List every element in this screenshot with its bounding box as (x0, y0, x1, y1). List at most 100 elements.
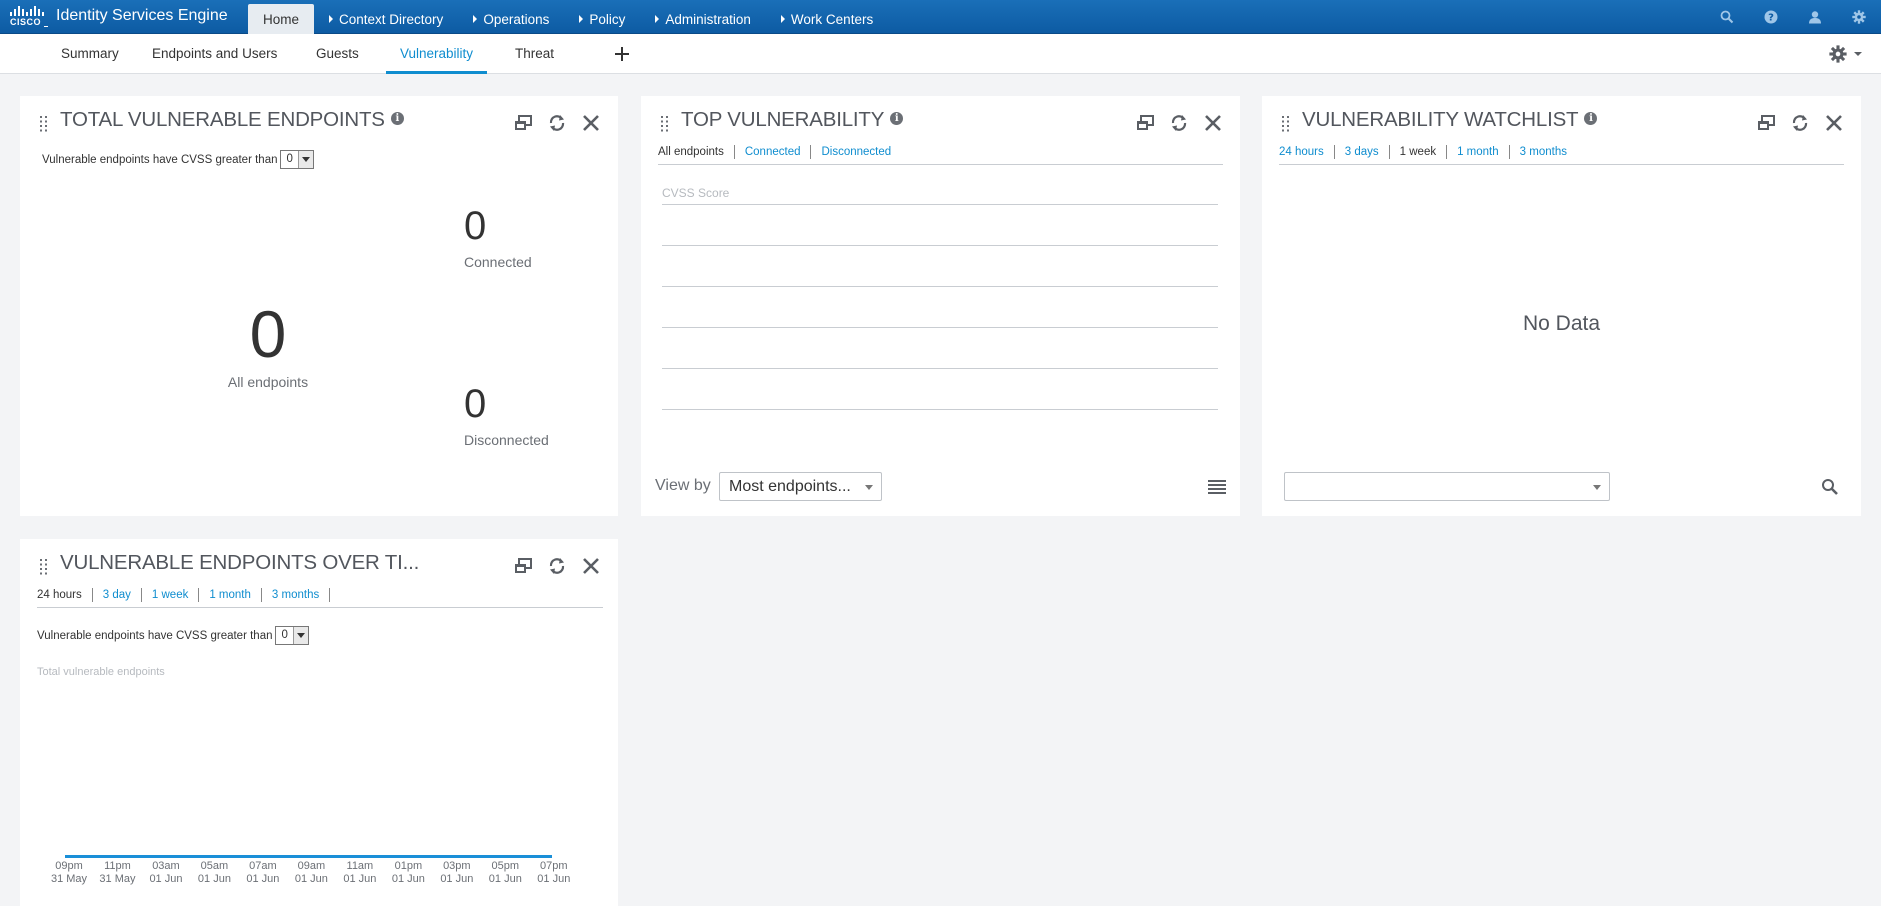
close-button[interactable] (578, 110, 604, 136)
detach-button[interactable] (510, 553, 536, 579)
dashlet-vulnerable-endpoints-over-time: VULNERABLE ENDPOINTS OVER TI... 24 hours… (20, 539, 618, 906)
info-icon[interactable]: i (390, 112, 404, 125)
detach-button[interactable] (1753, 110, 1779, 136)
close-icon (583, 558, 599, 574)
dashlet-title: VULNERABILITY WATCHLIST i (1302, 108, 1598, 132)
help-icon[interactable]: ? (1749, 0, 1793, 34)
nav-work-centers[interactable]: Work Centers (766, 4, 888, 34)
close-button[interactable] (578, 553, 604, 579)
x-tick-label: 01pm 01 Jun (391, 860, 425, 885)
drag-handle-icon[interactable] (40, 116, 48, 132)
caret-right-icon (473, 15, 478, 23)
x-tick-label: 11am 01 Jun (343, 860, 377, 885)
nav-context-directory[interactable]: Context Directory (314, 4, 458, 34)
drag-handle-icon[interactable] (40, 559, 48, 575)
detach-icon (1758, 115, 1775, 130)
cvss-threshold-select[interactable]: 0 (275, 626, 309, 645)
range-1-week[interactable]: 1 week (1388, 145, 1446, 159)
refresh-button[interactable] (1787, 110, 1813, 136)
watchlist-select[interactable] (1284, 472, 1610, 501)
tab-summary[interactable]: Summary (47, 34, 133, 74)
tab-guests[interactable]: Guests (302, 34, 373, 74)
nav-operations[interactable]: Operations (458, 4, 564, 34)
info-icon[interactable]: i (890, 112, 904, 125)
dashboard-settings-menu[interactable] (1829, 44, 1867, 64)
range-1-month[interactable]: 1 month (1446, 145, 1509, 159)
nav-policy[interactable]: Policy (564, 4, 640, 34)
user-icon[interactable] (1793, 0, 1837, 34)
x-tick-label: 09pm 31 May (50, 860, 88, 885)
caret-right-icon (780, 15, 785, 23)
cvss-threshold-select[interactable]: 0 (280, 150, 314, 169)
range-3-days[interactable]: 3 days (1333, 145, 1389, 159)
gear-icon[interactable] (1837, 0, 1881, 34)
refresh-button[interactable] (544, 553, 570, 579)
detach-icon (515, 558, 532, 573)
time-range-tabs: 24 hours 3 day 1 week 1 month 3 months (37, 588, 331, 602)
filter-all-endpoints[interactable]: All endpoints (658, 145, 734, 159)
refresh-button[interactable] (544, 110, 570, 136)
nav-home[interactable]: Home (248, 4, 315, 34)
dashlet-controls (510, 553, 604, 579)
list-icon[interactable] (1208, 480, 1226, 494)
detach-icon (515, 115, 532, 130)
dashlet-controls (1753, 110, 1847, 136)
view-by-label: View by (655, 477, 711, 494)
disconnected-count[interactable]: 0 (464, 382, 486, 427)
gear-icon (1829, 45, 1847, 63)
x-tick-label: 09am 01 Jun (294, 860, 328, 885)
product-name: Identity Services Engine (56, 7, 228, 24)
range-3-months[interactable]: 3 months (260, 588, 331, 602)
time-range-tabs: 24 hours 3 days 1 week 1 month 3 months (1279, 145, 1577, 159)
nav-administration[interactable]: Administration (640, 4, 766, 34)
dashboard-tabs: Summary Endpoints and Users Guests Vulne… (0, 34, 1881, 74)
detach-button[interactable] (1132, 110, 1158, 136)
close-icon (1205, 115, 1221, 131)
connected-label: Connected (464, 254, 532, 270)
all-endpoints-count[interactable]: 0 (228, 296, 308, 372)
refresh-button[interactable] (1166, 110, 1192, 136)
close-icon (1826, 115, 1842, 131)
view-by-select[interactable]: Most endpoints... (719, 472, 882, 501)
brand[interactable]: CISCO Identity Services Engine (8, 4, 228, 30)
drag-handle-icon[interactable] (1282, 116, 1290, 132)
tab-endpoints-and-users[interactable]: Endpoints and Users (138, 34, 291, 74)
tab-threat[interactable]: Threat (501, 34, 568, 74)
x-tick-label: 07am 01 Jun (246, 860, 280, 885)
range-24-hours[interactable]: 24 hours (1279, 145, 1334, 159)
endpoint-filter-tabs: All endpoints Connected Disconnected (658, 145, 901, 159)
tab-vulnerability[interactable]: Vulnerability (386, 34, 488, 74)
dashlet-vulnerability-watchlist: VULNERABILITY WATCHLIST i 24 hours 3 days… (1262, 96, 1861, 516)
search-icon[interactable] (1705, 0, 1749, 34)
connected-count[interactable]: 0 (464, 204, 486, 249)
dashlet-title: VULNERABLE ENDPOINTS OVER TI... (60, 551, 420, 574)
cvss-filter: Vulnerable endpoints have CVSS greater t… (37, 626, 309, 645)
series-line (65, 855, 552, 858)
x-tick-label: 03pm 01 Jun (440, 860, 474, 885)
magnifier-icon[interactable] (1821, 478, 1839, 496)
refresh-icon (549, 115, 565, 131)
chevron-down-icon (297, 151, 313, 168)
range-3-day[interactable]: 3 day (91, 588, 141, 602)
caret-right-icon (579, 15, 584, 23)
caret-right-icon (329, 15, 334, 23)
refresh-icon (1171, 115, 1187, 131)
range-3-months[interactable]: 3 months (1508, 145, 1577, 159)
range-1-week[interactable]: 1 week (140, 588, 198, 602)
range-1-month[interactable]: 1 month (198, 588, 261, 602)
range-24-hours[interactable]: 24 hours (37, 588, 92, 602)
detach-button[interactable] (510, 110, 536, 136)
dashlet-top-vulnerability: TOP VULNERABILITY i All endpoints Connect… (641, 96, 1240, 516)
dashlet-title: TOTAL VULNERABLE ENDPOINTS i (60, 108, 404, 132)
close-button[interactable] (1821, 110, 1847, 136)
cisco-wordmark: CISCO (10, 17, 42, 27)
info-icon[interactable]: i (1584, 112, 1598, 125)
filter-disconnected[interactable]: Disconnected (810, 145, 901, 159)
plus-icon[interactable] (612, 44, 632, 64)
drag-handle-icon[interactable] (661, 116, 669, 132)
detach-icon (1137, 115, 1154, 130)
filter-connected[interactable]: Connected (733, 145, 811, 159)
dashlet-controls (1132, 110, 1226, 136)
close-button[interactable] (1200, 110, 1226, 136)
caret-right-icon (655, 15, 660, 23)
